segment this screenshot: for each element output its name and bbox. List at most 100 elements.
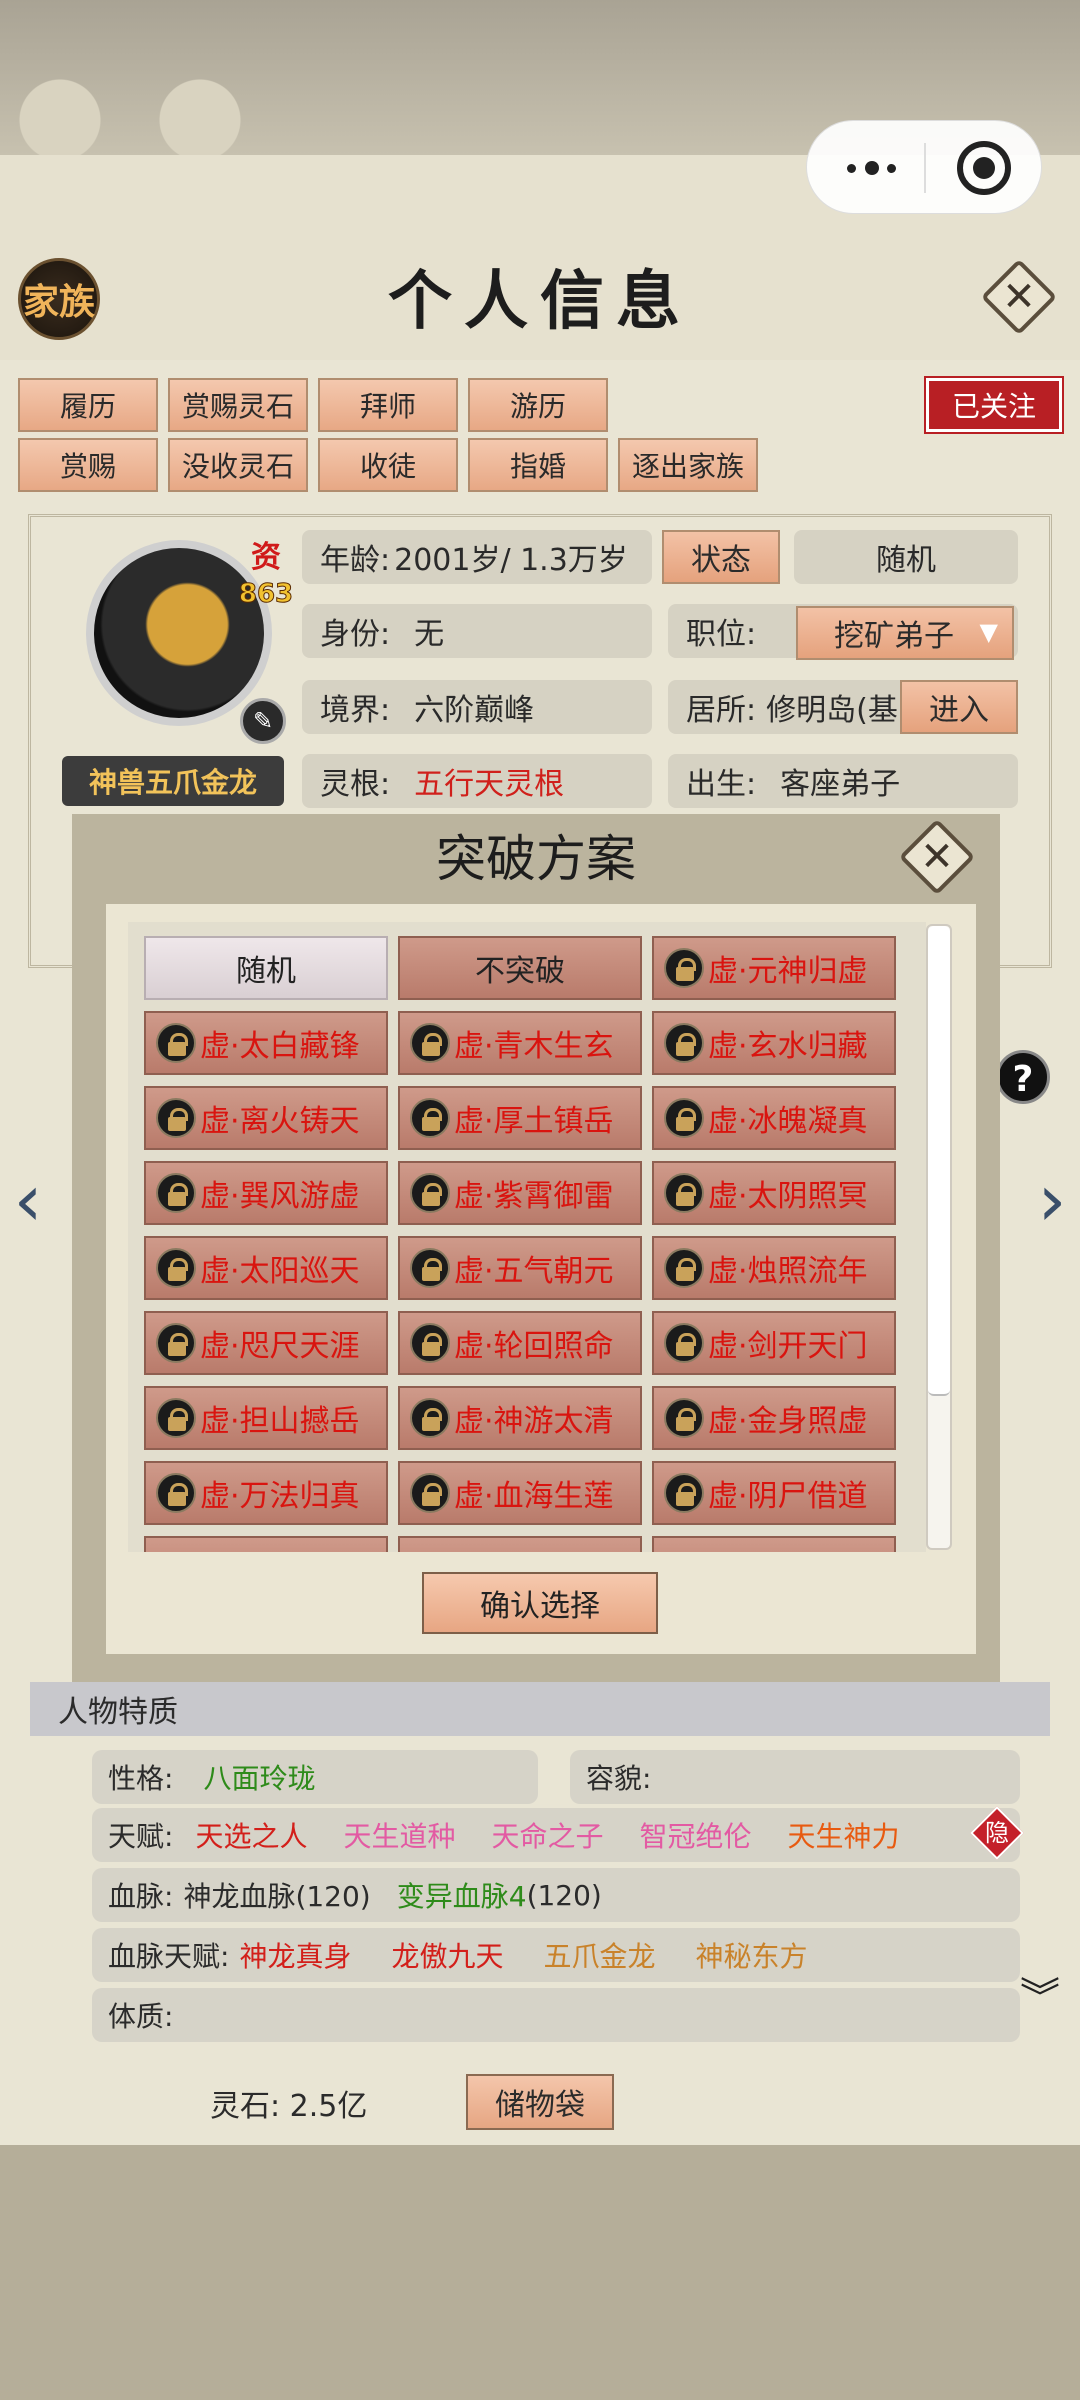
residence-label: 居所: (686, 693, 757, 728)
lock-icon (664, 1398, 704, 1438)
spirit-root-label: 灵根: (320, 767, 391, 802)
option-label: 虚·太阳巡天 (200, 1254, 360, 1289)
realm-value: 六阶巅峰 (414, 693, 535, 728)
lock-icon (664, 1098, 704, 1138)
breakthrough-option[interactable]: 随机 (144, 936, 388, 1000)
storage-bag-button[interactable]: 储物袋 (466, 2074, 614, 2130)
option-label: 虚·咫尺天涯 (200, 1329, 360, 1364)
chevron-down-icon: ▼ (979, 618, 998, 646)
breakthrough-option[interactable]: 虚·咫尺天涯 (144, 1311, 388, 1375)
close-page-button[interactable]: ✕ (980, 258, 1058, 336)
next-arrow-icon[interactable]: › (1030, 1160, 1074, 1240)
bloodline-mutant-value: (120) (526, 1878, 602, 1912)
scrollbar-thumb[interactable] (928, 926, 950, 1396)
breakthrough-option[interactable]: 虚·青木生玄 (398, 1011, 642, 1075)
talent-item: 智冠绝伦 (639, 1820, 752, 1853)
breakthrough-option[interactable]: 虚·太白藏锋 (144, 1011, 388, 1075)
mini-program-capsule (806, 120, 1042, 214)
action-button[interactable]: 赏赐灵石 (168, 378, 308, 432)
option-label: 虚·玄水归藏 (708, 1029, 868, 1064)
action-button[interactable]: 没收灵石 (168, 438, 308, 492)
lock-icon (156, 1098, 196, 1138)
status-button[interactable]: 状态 (662, 530, 780, 584)
breakthrough-option[interactable]: 虚·元神归虚 (652, 936, 896, 1000)
action-button[interactable]: 拜师 (318, 378, 458, 432)
option-label: 虚·万法归真 (200, 1479, 360, 1514)
close-icon: ✕ (1002, 274, 1036, 320)
talent-label: 天赋: (108, 1820, 174, 1853)
option-label: 虚·轮回照命 (454, 1329, 614, 1364)
talent-item: 天生神力 (787, 1820, 900, 1853)
action-button[interactable]: 指婚 (468, 438, 608, 492)
age-label: 年龄: (320, 543, 391, 578)
breakthrough-option[interactable]: 虚·巽风游虚 (144, 1161, 388, 1225)
identity-label: 身份: (320, 617, 391, 652)
breakthrough-option[interactable]: 虚·五气朝元 (398, 1236, 642, 1300)
spirit-root-field: 灵根: 五行天灵根 (302, 754, 652, 808)
option-label: 虚·金身照虚 (708, 1404, 868, 1439)
lock-icon (664, 1023, 704, 1063)
bloodline-row: 血脉: 神龙血脉(120) 变异血脉4 (120) (92, 1868, 1020, 1922)
breakthrough-option[interactable]: 虚·阴尸借道 (652, 1461, 896, 1525)
breakthrough-option[interactable]: 虚·冰魄凝真 (652, 1086, 896, 1150)
bloodline-talent-list: 神龙真身 龙傲九天 五爪金龙 神秘东方 (239, 1935, 847, 1975)
breakthrough-option[interactable]: 虚·玄水归藏 (652, 1011, 896, 1075)
edit-icon[interactable]: ✎ (240, 698, 286, 744)
action-button[interactable]: 履历 (18, 378, 158, 432)
position-dropdown[interactable]: 挖矿弟子 ▼ (796, 606, 1014, 660)
breakthrough-option[interactable]: 虚·万法归真 (144, 1461, 388, 1525)
enter-button[interactable]: 进入 (900, 680, 1018, 734)
action-button[interactable]: 赏赐 (18, 438, 158, 492)
lock-icon (156, 1173, 196, 1213)
close-miniprogram-icon[interactable] (957, 141, 1011, 195)
breakthrough-option[interactable]: 不突破 (398, 936, 642, 1000)
breakthrough-option-partial[interactable] (398, 1536, 642, 1552)
personality-row: 性格: 八面玲珑 (92, 1750, 538, 1804)
family-button[interactable]: 家族 (18, 258, 100, 340)
breakthrough-option[interactable]: 虚·太阴照冥 (652, 1161, 896, 1225)
action-button[interactable]: 游历 (468, 378, 608, 432)
help-icon[interactable]: ? (996, 1050, 1050, 1104)
option-label: 虚·神游太清 (454, 1404, 614, 1439)
looks-label: 容貌: (586, 1762, 652, 1795)
option-label: 虚·冰魄凝真 (708, 1104, 868, 1139)
modal-close-button[interactable]: ✕ (898, 818, 976, 896)
hidden-talent-badge[interactable]: 隐 (970, 1806, 1024, 1860)
looks-row: 容貌: (570, 1750, 1020, 1804)
lock-icon (664, 948, 704, 988)
expand-down-icon[interactable]: ︾ (1012, 1978, 1068, 2032)
action-button[interactable]: 逐出家族 (618, 438, 758, 492)
action-button[interactable]: 收徒 (318, 438, 458, 492)
option-label: 虚·青木生玄 (454, 1029, 614, 1064)
personality-value: 八面玲珑 (203, 1762, 316, 1795)
confirm-button[interactable]: 确认选择 (422, 1572, 658, 1634)
random-button[interactable]: 随机 (794, 530, 1018, 584)
breakthrough-option-partial[interactable] (652, 1536, 896, 1552)
breakthrough-option[interactable]: 虚·烛照流年 (652, 1236, 896, 1300)
birth-field: 出生: 客座弟子 (668, 754, 1018, 808)
breakthrough-option[interactable]: 虚·金身照虚 (652, 1386, 896, 1450)
lock-icon (156, 1398, 196, 1438)
breakthrough-option[interactable]: 虚·血海生莲 (398, 1461, 642, 1525)
physique-label: 体质: (108, 2000, 174, 2033)
breakthrough-option[interactable]: 虚·剑开天门 (652, 1311, 896, 1375)
breakthrough-option[interactable]: 虚·太阳巡天 (144, 1236, 388, 1300)
lock-icon (156, 1323, 196, 1363)
breakthrough-option[interactable]: 虚·紫霄御雷 (398, 1161, 642, 1225)
breakthrough-option[interactable]: 虚·轮回照命 (398, 1311, 642, 1375)
more-icon[interactable] (837, 143, 907, 193)
lock-icon (410, 1473, 450, 1513)
followed-badge[interactable]: 已关注 (924, 376, 1064, 434)
breakthrough-option[interactable]: 虚·离火铸天 (144, 1086, 388, 1150)
breakthrough-option[interactable]: 虚·神游太清 (398, 1386, 642, 1450)
prev-arrow-icon[interactable]: ‹ (6, 1160, 50, 1240)
lock-icon (156, 1473, 196, 1513)
position-value: 挖矿弟子 (834, 619, 954, 654)
aptitude-char: 资 (251, 540, 281, 575)
physique-row: 体质: (92, 1988, 1020, 2042)
breakthrough-option[interactable]: 虚·担山撼岳 (144, 1386, 388, 1450)
breakthrough-option[interactable]: 虚·厚土镇岳 (398, 1086, 642, 1150)
lock-icon (664, 1173, 704, 1213)
breakthrough-option-partial[interactable] (144, 1536, 388, 1552)
traits-header: 人物特质 (30, 1682, 1050, 1736)
